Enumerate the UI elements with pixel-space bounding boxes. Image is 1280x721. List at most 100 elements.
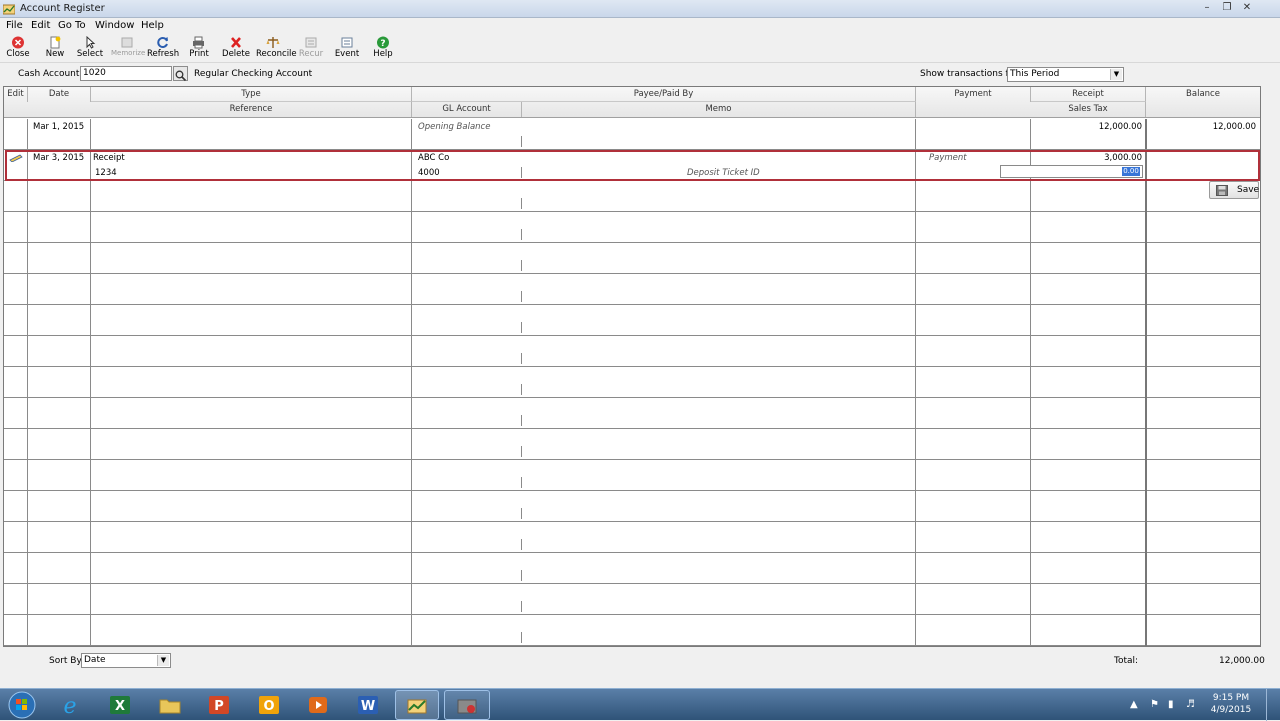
table-row[interactable]: Mar 1, 2015 Opening Balance 12,000.00 12…: [4, 119, 1260, 150]
start-orb-icon[interactable]: [8, 691, 36, 719]
col-receipt[interactable]: Receipt: [1031, 87, 1146, 102]
delete-icon: [231, 37, 241, 48]
flag-icon[interactable]: ⚑: [1150, 699, 1159, 710]
memo-divider: [521, 508, 522, 519]
event-button[interactable]: Event: [333, 36, 361, 62]
account-lookup-button[interactable]: [173, 66, 188, 82]
taskbar: e X P O W ▲ ⚑ ▮ ♬ 9:15 PM 4/9/2015: [0, 688, 1280, 721]
col-type[interactable]: Type: [91, 87, 412, 102]
grid-header: Edit Date Type Reference Payee/Paid By G…: [4, 87, 1260, 118]
show-hidden-icons[interactable]: ▲: [1130, 699, 1138, 710]
accounting-app-icon: [407, 699, 427, 714]
outlook-icon[interactable]: O: [257, 693, 281, 717]
minimize-icon[interactable]: –: [1200, 2, 1214, 14]
col-reference[interactable]: Reference: [91, 102, 412, 117]
menu-goto[interactable]: Go To: [58, 20, 86, 31]
menu-window[interactable]: Window: [95, 20, 134, 31]
show-desktop-button[interactable]: [1266, 689, 1280, 721]
system-clock[interactable]: 9:15 PM 4/9/2015: [1207, 692, 1255, 716]
memo-divider: [521, 322, 522, 333]
col-gl-account[interactable]: GL Account: [412, 102, 522, 117]
cash-account-input[interactable]: 1020: [80, 66, 172, 81]
restore-icon[interactable]: ❐: [1220, 2, 1234, 14]
col-payment[interactable]: Payment: [916, 87, 1031, 102]
sort-by-select[interactable]: Date ▼: [81, 653, 171, 668]
reconcile-icon: [266, 37, 280, 48]
empty-row[interactable]: [4, 491, 1260, 522]
col-memo[interactable]: Memo: [522, 102, 916, 117]
reconcile-button[interactable]: Reconcile: [256, 36, 297, 62]
memo-divider: [521, 415, 522, 426]
empty-row[interactable]: [4, 398, 1260, 429]
memorize-icon: [121, 37, 133, 48]
new-button[interactable]: New: [42, 36, 68, 62]
print-button[interactable]: Print: [184, 36, 214, 62]
grid-column-line: [411, 119, 412, 646]
save-icon: [1216, 185, 1228, 196]
file-explorer-icon[interactable]: [158, 693, 182, 717]
print-icon: [193, 36, 204, 49]
accounting-app-taskbar-button[interactable]: [395, 690, 439, 720]
sort-by-label: Sort By:: [49, 656, 85, 666]
menu-bar: File Edit Go To Window Help: [0, 18, 1280, 34]
close-button[interactable]: Close: [5, 36, 31, 62]
empty-row[interactable]: [4, 584, 1260, 615]
memo-divider: [521, 198, 522, 209]
help-icon: ?: [377, 36, 389, 49]
powerpoint-icon[interactable]: P: [207, 693, 231, 717]
empty-row[interactable]: [4, 522, 1260, 553]
media-player-icon[interactable]: [306, 693, 330, 717]
empty-row[interactable]: [4, 243, 1260, 274]
volume-icon[interactable]: ♬: [1186, 699, 1195, 710]
app-taskbar-button[interactable]: [444, 690, 490, 720]
clock-time: 9:15 PM: [1212, 693, 1250, 703]
empty-row[interactable]: [4, 212, 1260, 243]
account-name: Regular Checking Account: [194, 69, 313, 79]
memo-divider: [521, 353, 522, 364]
col-date[interactable]: Date: [28, 87, 91, 102]
memo-divider: [521, 229, 522, 240]
memo-divider: [521, 570, 522, 581]
excel-icon[interactable]: X: [108, 693, 132, 717]
recur-button[interactable]: Recur: [296, 36, 326, 62]
account-row: Cash Account: 1020 Regular Checking Acco…: [0, 64, 1280, 86]
sales-tax-edit-field[interactable]: 0.00: [1000, 165, 1143, 178]
new-icon: [50, 36, 61, 49]
refresh-button[interactable]: Refresh: [147, 36, 179, 62]
empty-row[interactable]: [4, 429, 1260, 460]
col-payee[interactable]: Payee/Paid By: [412, 87, 916, 102]
help-button[interactable]: ? Help: [369, 36, 397, 62]
delete-button[interactable]: Delete: [220, 36, 252, 62]
show-transactions-select[interactable]: This Period ▼: [1007, 67, 1124, 82]
footer: Sort By: Date ▼ Total: 12,000.00: [0, 648, 1280, 678]
col-sales-tax[interactable]: Sales Tax: [1031, 102, 1146, 117]
power-icon[interactable]: ▮: [1168, 699, 1174, 710]
empty-row[interactable]: [4, 615, 1260, 646]
empty-row[interactable]: [4, 367, 1260, 398]
memo-divider: [521, 539, 522, 550]
col-balance[interactable]: Balance: [1146, 87, 1260, 102]
save-button[interactable]: Save: [1209, 181, 1259, 199]
empty-row[interactable]: [4, 336, 1260, 367]
toolbar: Close New Select Memorize Refresh Print …: [0, 35, 1280, 63]
memo-divider: [521, 384, 522, 395]
svg-text:P: P: [214, 699, 224, 714]
svg-text:W: W: [361, 699, 375, 714]
internet-explorer-icon[interactable]: e: [58, 693, 82, 717]
close-window-icon[interactable]: ✕: [1240, 2, 1254, 14]
empty-row[interactable]: [4, 553, 1260, 584]
empty-row[interactable]: [4, 181, 1260, 212]
select-button[interactable]: Select: [76, 36, 104, 62]
empty-row[interactable]: [4, 274, 1260, 305]
menu-file[interactable]: File: [6, 20, 23, 31]
menu-help[interactable]: Help: [141, 20, 164, 31]
memorize-button[interactable]: Memorize: [111, 36, 145, 62]
menu-edit[interactable]: Edit: [31, 20, 50, 31]
empty-row[interactable]: [4, 460, 1260, 491]
total-value: 12,000.00: [1219, 656, 1265, 666]
word-icon[interactable]: W: [356, 693, 380, 717]
empty-row[interactable]: [4, 646, 1260, 647]
search-icon: [175, 70, 187, 82]
empty-row[interactable]: [4, 305, 1260, 336]
grid-column-line: [915, 119, 916, 646]
